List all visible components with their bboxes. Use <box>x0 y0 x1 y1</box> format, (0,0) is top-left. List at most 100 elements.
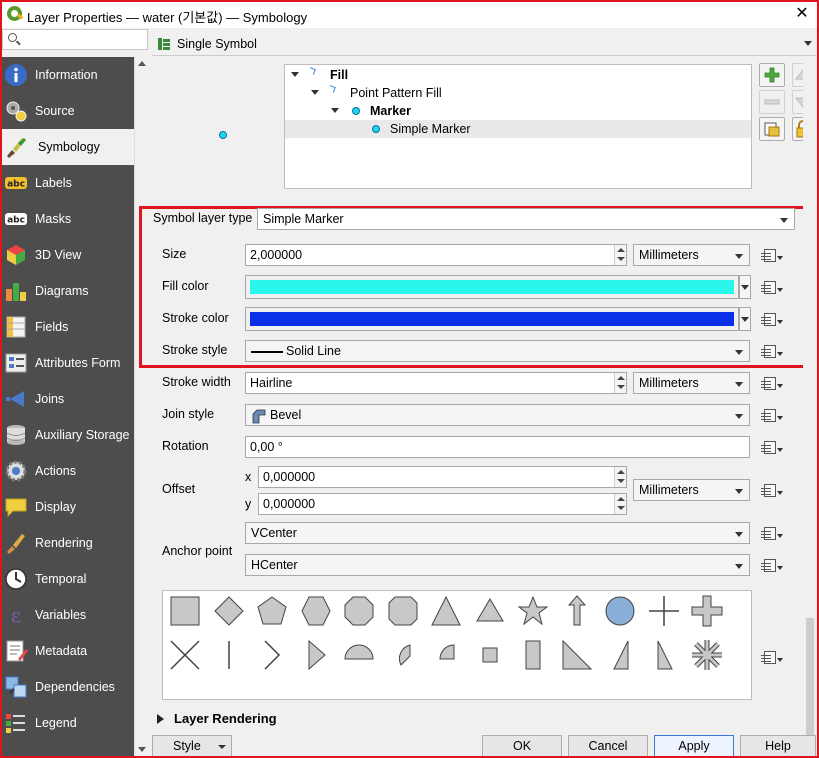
marker-shape-third-circle-icon[interactable] <box>385 637 421 673</box>
tree-row-point-pattern-fill[interactable]: Point Pattern Fill <box>285 84 751 102</box>
sidebar-search-input[interactable] <box>2 29 148 50</box>
marker-shape-equilateral-triangle-icon[interactable] <box>472 593 508 629</box>
stroke-width-spinner[interactable] <box>614 373 626 393</box>
stroke-width-data-defined-button[interactable] <box>760 372 784 394</box>
marker-shape-rectangle-icon[interactable] <box>515 637 551 673</box>
rotation-data-defined-button[interactable] <box>760 436 784 458</box>
marker-shape-cross-fill-icon[interactable] <box>689 593 725 629</box>
stroke-style-data-defined-button[interactable] <box>760 340 784 362</box>
size-input[interactable]: 2,000000 <box>245 244 627 266</box>
offset-unit-combo[interactable]: Millimeters <box>633 479 750 501</box>
stroke-color-button[interactable] <box>245 307 739 331</box>
shape-data-defined-button[interactable] <box>760 646 784 668</box>
stroke-color-menu-button[interactable] <box>739 307 751 331</box>
sidebar-item-fields[interactable]: Fields <box>0 309 134 345</box>
anchor-vertical-data-defined-button[interactable] <box>760 522 784 544</box>
layer-rendering-section[interactable]: Layer Rendering <box>154 711 354 729</box>
marker-shape-arrowhead-icon[interactable] <box>254 637 290 673</box>
expand-arrow-icon[interactable] <box>311 90 319 95</box>
marker-shape-diamond-icon[interactable] <box>211 593 247 629</box>
anchor-horizontal-data-defined-button[interactable] <box>760 554 784 576</box>
expand-arrow-icon[interactable] <box>157 714 164 724</box>
main-scrollbar[interactable] <box>803 58 816 738</box>
stroke-style-combo[interactable]: Solid Line <box>245 340 750 362</box>
sidebar-item-variables[interactable]: ε Variables <box>0 597 134 633</box>
marker-shape-right-half-triangle-icon[interactable] <box>559 637 595 673</box>
anchor-horizontal-combo[interactable]: HCenter <box>245 554 750 576</box>
scrollbar-thumb[interactable] <box>806 618 814 738</box>
size-data-defined-button[interactable] <box>760 244 784 266</box>
ok-button[interactable]: OK <box>482 735 562 757</box>
marker-shape-left-half-triangle-icon[interactable] <box>602 637 638 673</box>
sidebar-item-legend[interactable]: Legend <box>0 705 134 741</box>
marker-shape-octagon-icon[interactable] <box>341 593 377 629</box>
sidebar-item-3d-view[interactable]: 3D View <box>0 237 134 273</box>
marker-shape-arrow-icon[interactable] <box>559 593 595 629</box>
marker-shape-cross-x-icon[interactable] <box>167 637 203 673</box>
marker-shape-square-icon[interactable] <box>167 593 203 629</box>
fill-color-button[interactable] <box>245 275 739 299</box>
join-style-data-defined-button[interactable] <box>760 404 784 426</box>
style-button[interactable]: Style <box>152 735 232 757</box>
sidebar-item-symbology[interactable]: Symbology <box>0 129 134 165</box>
marker-shape-asterisk-icon[interactable] <box>689 637 725 673</box>
help-button[interactable]: Help <box>740 735 816 757</box>
rotation-input[interactable]: 0,00 ° <box>245 436 750 458</box>
marker-shape-half-triangle-icon[interactable] <box>646 637 682 673</box>
expand-arrow-icon[interactable] <box>331 108 339 113</box>
sidebar-item-rendering[interactable]: Rendering <box>0 525 134 561</box>
marker-shape-grid[interactable] <box>162 590 752 700</box>
stroke-width-input[interactable]: Hairline <box>245 372 627 394</box>
tree-row-simple-marker[interactable]: Simple Marker <box>285 120 751 138</box>
marker-shape-rounded-square-icon[interactable] <box>385 593 421 629</box>
marker-shape-pentagon-icon[interactable] <box>254 593 290 629</box>
marker-shape-circle-icon[interactable] <box>602 593 638 629</box>
apply-button[interactable]: Apply <box>654 735 734 757</box>
sidebar-item-source[interactable]: Source <box>0 93 134 129</box>
sidebar-item-diagrams[interactable]: Diagrams <box>0 273 134 309</box>
tree-row-fill[interactable]: Fill <box>285 66 751 84</box>
offset-data-defined-button[interactable] <box>760 479 784 501</box>
renderer-type-combo[interactable]: Single Symbol <box>152 32 816 56</box>
sidebar-item-joins[interactable]: Joins <box>0 381 134 417</box>
marker-shape-triangle-icon[interactable] <box>428 593 464 629</box>
sidebar-item-display[interactable]: Display <box>0 489 134 525</box>
add-symbol-layer-button[interactable] <box>759 63 785 87</box>
marker-shape-quarter-circle-icon[interactable] <box>428 637 464 673</box>
symbol-layer-type-combo[interactable]: Simple Marker <box>257 208 795 230</box>
fill-color-data-defined-button[interactable] <box>760 276 784 298</box>
offset-x-spinner[interactable] <box>614 467 626 487</box>
symbol-layer-tree[interactable]: Fill Point Pattern Fill Marker Simple Ma… <box>284 64 752 189</box>
fill-color-menu-button[interactable] <box>739 275 751 299</box>
expand-arrow-icon[interactable] <box>291 72 299 77</box>
sidebar-item-masks[interactable]: abc Masks <box>0 201 134 237</box>
size-spinner[interactable] <box>614 245 626 265</box>
sidebar-item-temporal[interactable]: Temporal <box>0 561 134 597</box>
size-unit-combo[interactable]: Millimeters <box>633 244 750 266</box>
marker-shape-hexagon-icon[interactable] <box>298 593 334 629</box>
marker-shape-semi-circle-icon[interactable] <box>341 637 377 673</box>
sidebar-item-auxiliary-storage[interactable]: Auxiliary Storage <box>0 417 134 453</box>
sidebar-item-actions[interactable]: Actions <box>0 453 134 489</box>
marker-shape-star-icon[interactable] <box>515 593 551 629</box>
offset-x-input[interactable]: 0,000000 <box>258 466 627 488</box>
cancel-button[interactable]: Cancel <box>568 735 648 757</box>
duplicate-layer-button[interactable] <box>759 117 785 141</box>
close-icon[interactable]: ✕ <box>791 3 813 25</box>
stroke-width-unit-combo[interactable]: Millimeters <box>633 372 750 394</box>
offset-y-input[interactable]: 0,000000 <box>258 493 627 515</box>
marker-shape-line-icon[interactable] <box>211 637 247 673</box>
sidebar-item-metadata[interactable]: Metadata <box>0 633 134 669</box>
join-style-combo[interactable]: Bevel <box>245 404 750 426</box>
sidebar-item-labels[interactable]: abc Labels <box>0 165 134 201</box>
sidebar-item-dependencies[interactable]: Dependencies <box>0 669 134 705</box>
anchor-vertical-combo[interactable]: VCenter <box>245 522 750 544</box>
sidebar-item-attributes-form[interactable]: Attributes Form <box>0 345 134 381</box>
sidebar-item-information[interactable]: Information <box>0 57 134 93</box>
marker-shape-filled-arrowhead-icon[interactable] <box>298 637 334 673</box>
offset-y-spinner[interactable] <box>614 494 626 514</box>
stroke-color-data-defined-button[interactable] <box>760 308 784 330</box>
remove-symbol-layer-button[interactable] <box>759 90 785 114</box>
marker-shape-cross-thin-icon[interactable] <box>646 593 682 629</box>
tree-row-marker[interactable]: Marker <box>285 102 751 120</box>
